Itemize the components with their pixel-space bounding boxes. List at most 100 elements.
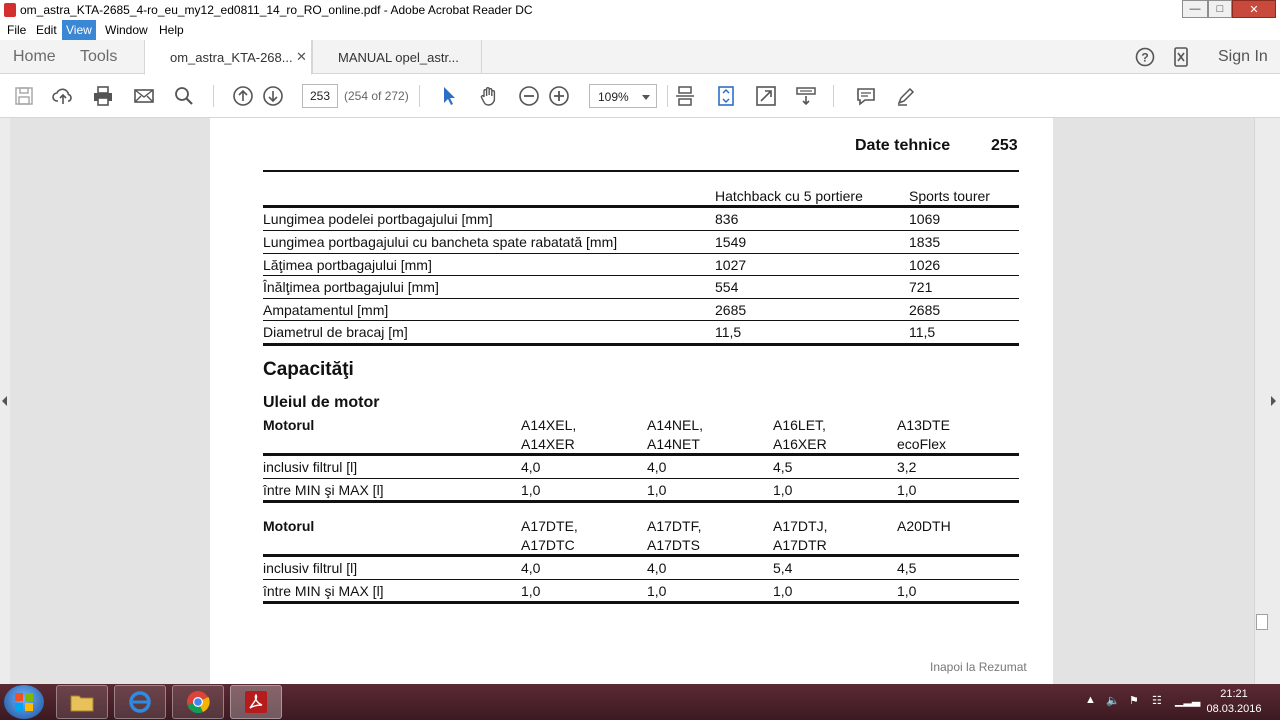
print-icon[interactable] [91, 84, 115, 108]
engine-code: A14NEL, [647, 417, 704, 433]
previous-page-icon[interactable] [231, 84, 255, 108]
row-divider [263, 320, 1019, 321]
row-value: 1,0 [897, 482, 917, 498]
mobile-link-icon[interactable] [1170, 46, 1192, 68]
toolbar-separator [667, 85, 668, 107]
email-icon[interactable] [132, 84, 156, 108]
fit-page-icon[interactable] [714, 84, 738, 108]
file-explorer-taskbar-button[interactable] [56, 685, 108, 719]
pdf-page: Date tehnice 253 Hatchback cu 5 portiere… [210, 118, 1053, 684]
row-value: 3,2 [897, 459, 917, 475]
table-rule [263, 205, 1019, 208]
expand-right-panel-icon[interactable] [1271, 396, 1276, 406]
acrobat-app-icon [4, 3, 16, 17]
row-label: inclusiv filtrul [l] [263, 560, 358, 576]
row-value: 4,0 [521, 560, 541, 576]
close-tab-icon[interactable]: ✕ [296, 49, 307, 65]
home-tab[interactable]: Home [13, 48, 56, 66]
show-hidden-icons-button[interactable]: ▲ [1085, 694, 1096, 706]
taskbar-clock[interactable]: 21:21 08.03.2016 [1204, 687, 1264, 717]
title-bar: om_astra_KTA-2685_4-ro_eu_my12_ed0811_14… [0, 0, 1280, 20]
menu-view[interactable]: View [62, 20, 96, 40]
document-tab-1[interactable]: om_astra_KTA-268... ✕ [144, 40, 312, 75]
menu-file[interactable]: File [7, 23, 26, 37]
document-viewport[interactable]: Date tehnice 253 Hatchback cu 5 portiere… [0, 118, 1280, 684]
network-icon[interactable]: ☷ [1152, 694, 1162, 707]
scrollbar-thumb[interactable] [1256, 614, 1268, 630]
row-label: între MIN şi MAX [l] [263, 482, 384, 498]
row-value: 1,0 [521, 482, 541, 498]
engine-code: A14XEL, [521, 417, 577, 433]
table-rule [263, 453, 1019, 456]
row-value: 1835 [909, 234, 941, 250]
row-value: 721 [909, 279, 933, 295]
engine-code: A14NET [647, 436, 700, 452]
vertical-scrollbar[interactable] [1254, 118, 1280, 684]
tools-tab[interactable]: Tools [80, 48, 117, 66]
engine-code: A17DTS [647, 537, 700, 553]
acrobat-taskbar-button[interactable] [230, 685, 282, 719]
zoom-level-value: 109% [598, 90, 629, 104]
toolbar-separator [213, 85, 214, 107]
search-icon[interactable] [172, 84, 196, 108]
page-number-input[interactable]: 253 [302, 84, 338, 108]
minimize-button[interactable]: — [1182, 0, 1208, 18]
action-center-icon[interactable]: ⚑ [1129, 694, 1139, 707]
clock-time: 21:21 [1220, 688, 1248, 700]
row-value: 11,5 [909, 324, 936, 340]
document-tab-2[interactable]: MANUAL opel_astr... [312, 40, 482, 74]
engine-code: A16XER [773, 436, 827, 452]
scrolling-mode-icon[interactable] [673, 84, 697, 108]
hand-tool-icon[interactable] [477, 84, 501, 108]
read-mode-icon[interactable] [794, 84, 818, 108]
document-tab-label: om_astra_KTA-268... [170, 50, 293, 65]
chrome-taskbar-button[interactable] [172, 685, 224, 719]
zoom-in-icon[interactable] [547, 84, 571, 108]
save-icon[interactable] [12, 84, 36, 108]
expand-left-panel-icon[interactable] [2, 396, 7, 406]
windows-logo-icon [15, 693, 33, 711]
folder-icon [70, 695, 94, 712]
back-to-summary-link[interactable]: Inapoi la Rezumat [930, 660, 1027, 674]
table-rule [263, 554, 1019, 557]
row-value: 1026 [909, 257, 941, 273]
toolbar-separator [419, 85, 420, 107]
engine-code: A16LET, [773, 417, 826, 433]
toolbar-separator [833, 85, 834, 107]
menu-help[interactable]: Help [159, 23, 184, 37]
row-value: 1549 [715, 234, 747, 250]
internet-explorer-taskbar-button[interactable] [114, 685, 166, 719]
engine-column-header: Motorul [263, 518, 315, 534]
row-value: 2685 [715, 302, 747, 318]
column-header: Sports tourer [909, 188, 990, 204]
row-value: 5,4 [773, 560, 793, 576]
row-value: 836 [715, 211, 739, 227]
full-screen-icon[interactable] [754, 84, 778, 108]
row-value: 4,0 [647, 459, 667, 475]
zoom-level-select[interactable]: 109% [589, 84, 657, 108]
help-icon[interactable]: ? [1134, 46, 1156, 68]
upload-cloud-icon[interactable] [51, 84, 75, 108]
engine-code: A17DTE, [521, 518, 578, 534]
engine-code: A14XER [521, 436, 575, 452]
sign-in-link[interactable]: Sign In [1218, 48, 1268, 66]
row-divider [263, 478, 1019, 479]
comment-icon[interactable] [854, 84, 878, 108]
close-window-button[interactable]: ✕ [1232, 0, 1276, 18]
maximize-button[interactable]: □ [1208, 0, 1232, 18]
menu-edit[interactable]: Edit [36, 23, 57, 37]
chevron-down-icon [642, 95, 650, 100]
table-rule [263, 601, 1019, 604]
row-value: 1,0 [521, 583, 541, 599]
page-header-title: Date tehnice [855, 137, 951, 154]
row-value: 554 [715, 279, 739, 295]
next-page-icon[interactable] [261, 84, 285, 108]
highlight-pen-icon[interactable] [894, 84, 918, 108]
start-button[interactable] [4, 685, 44, 719]
menu-window[interactable]: Window [105, 23, 148, 37]
select-cursor-icon[interactable] [437, 84, 461, 108]
row-label: Ampatamentul [mm] [263, 302, 389, 318]
signal-icon[interactable]: ▁▂▃ [1175, 694, 1200, 707]
volume-icon[interactable]: 🔈 [1106, 694, 1120, 707]
zoom-out-icon[interactable] [517, 84, 541, 108]
